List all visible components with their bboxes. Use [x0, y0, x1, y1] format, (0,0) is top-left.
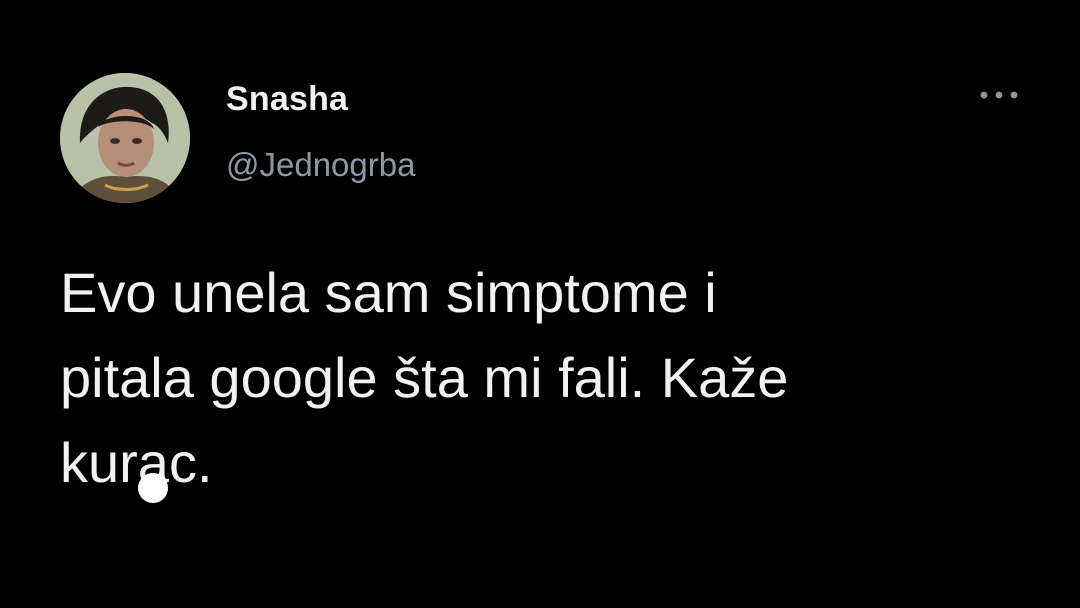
avatar[interactable] [60, 73, 190, 203]
tweet-card: Snasha @Jednogrba Evo unela sam simptome… [0, 0, 1080, 608]
white-dot-overlay [138, 473, 168, 503]
avatar-photo-icon [60, 73, 190, 203]
tweet-text: Evo unela sam simptome i pitala google š… [60, 261, 789, 494]
author-handle[interactable]: @Jednogrba [226, 146, 415, 184]
more-options-icon[interactable] [978, 86, 1022, 104]
author-display-name[interactable]: Snasha [226, 80, 348, 119]
